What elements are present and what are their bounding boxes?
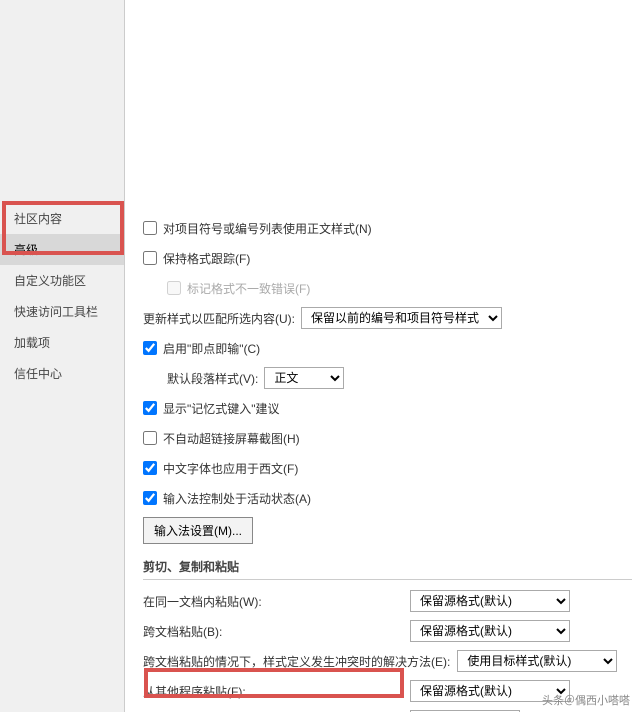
sidebar-item-addins[interactable]: 加载项 — [0, 327, 124, 358]
label-no-auto-hyperlink: 不自动超链接屏幕截图(H) — [163, 430, 300, 447]
label-paste-cross-doc: 跨文档粘贴(B): — [143, 623, 403, 640]
select-paste-cross-doc[interactable]: 保留源格式(默认) — [410, 620, 570, 642]
checkbox-body-style[interactable] — [143, 221, 157, 235]
sidebar-item-quick-access[interactable]: 快速访问工具栏 — [0, 296, 124, 327]
checkbox-track-inconsistent — [167, 281, 181, 295]
select-paste-same-doc[interactable]: 保留源格式(默认) — [410, 590, 570, 612]
select-update-style[interactable]: 保留以前的编号和项目符号样式 — [301, 307, 502, 329]
sidebar-item-customize-ribbon[interactable]: 自定义功能区 — [0, 265, 124, 296]
label-track-inconsistent: 标记格式不一致错误(F) — [187, 280, 310, 297]
select-default-para-style[interactable]: 正文 — [264, 367, 344, 389]
checkbox-click-and-type[interactable] — [143, 341, 157, 355]
label-ime-active: 输入法控制处于活动状态(A) — [163, 490, 311, 507]
checkbox-no-auto-hyperlink[interactable] — [143, 431, 157, 445]
sidebar-item-0[interactable]: 社区内容 — [0, 203, 124, 234]
button-ime-settings[interactable]: 输入法设置(M)... — [143, 517, 253, 544]
section-title-paste: 剪切、复制和粘贴 — [143, 558, 632, 580]
label-click-and-type: 启用"即点即输"(C) — [163, 340, 260, 357]
label-body-style: 对项目符号或编号列表使用正文样式(N) — [163, 220, 372, 237]
label-cjk-western: 中文字体也应用于西文(F) — [163, 460, 298, 477]
sidebar-item-trust-center[interactable]: 信任中心 — [0, 358, 124, 389]
label-default-para-style: 默认段落样式(V): — [167, 370, 258, 387]
watermark: 头条＠偶西小嗒嗒 — [542, 692, 630, 708]
label-paste-other-prog: 从其他程序粘贴(F): — [143, 683, 403, 700]
checkbox-keep-format-track[interactable] — [143, 251, 157, 265]
select-paste-cross-conflict[interactable]: 使用目标样式(默认) — [457, 650, 617, 672]
checkbox-ime-active[interactable] — [143, 491, 157, 505]
label-update-style: 更新样式以匹配所选内容(U): — [143, 310, 295, 327]
label-paste-cross-conflict: 跨文档粘贴的情况下，样式定义发生冲突时的解决方法(E): — [143, 653, 450, 670]
options-panel: 对项目符号或编号列表使用正文样式(N) 保持格式跟踪(F) 标记格式不一致错误(… — [125, 0, 640, 712]
label-memory-type: 显示"记忆式键入"建议 — [163, 400, 280, 417]
sidebar: 社区内容 高级 自定义功能区 快速访问工具栏 加载项 信任中心 — [0, 0, 125, 712]
label-keep-format-track: 保持格式跟踪(F) — [163, 250, 250, 267]
checkbox-cjk-western[interactable] — [143, 461, 157, 475]
sidebar-item-advanced[interactable]: 高级 — [0, 234, 124, 265]
checkbox-memory-type[interactable] — [143, 401, 157, 415]
label-paste-same-doc: 在同一文档内粘贴(W): — [143, 593, 403, 610]
